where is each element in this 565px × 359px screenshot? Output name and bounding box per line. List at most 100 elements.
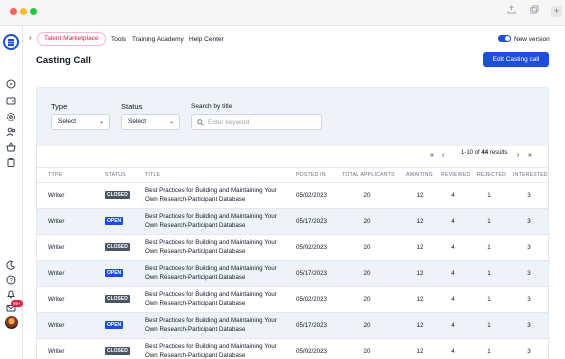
- first-page-button[interactable]: «: [430, 151, 434, 161]
- type-cell: Writer: [48, 348, 65, 355]
- wallet-icon[interactable]: [6, 96, 16, 106]
- column-header[interactable]: POSTED IN: [296, 172, 326, 178]
- title-line: Best Practices for Building and Maintain…: [145, 213, 277, 220]
- title-line: Best Practices for Building and Maintain…: [145, 265, 277, 272]
- title-line: Own Research-Participant Database: [145, 326, 246, 333]
- nav-link-training-academy[interactable]: Training Academy: [132, 36, 184, 43]
- title-line: Own Research-Participant Database: [145, 352, 246, 359]
- table-row[interactable]: Writer OPEN Best Practices for Building an…: [37, 208, 548, 234]
- status-filter-label: Status: [121, 102, 143, 111]
- search-icon: [197, 119, 204, 126]
- bell-icon[interactable]: [6, 289, 16, 299]
- status-badge: CLOSED: [105, 191, 130, 199]
- interested-count-cell: 3: [527, 270, 531, 277]
- minimize-window-button[interactable]: [20, 8, 27, 15]
- rejected-count-cell: 1: [487, 348, 491, 355]
- status-select[interactable]: Select ⌄: [121, 114, 180, 130]
- edit-casting-call-button[interactable]: Edit Casting call: [483, 52, 549, 67]
- close-window-button[interactable]: [10, 8, 17, 15]
- title-cell[interactable]: Best Practices for Building and Maintain…: [145, 290, 285, 308]
- rejected-count-cell: 1: [487, 218, 491, 225]
- page-range: 1-10: [461, 150, 474, 156]
- menu-logo-icon[interactable]: [3, 34, 19, 50]
- title-line: Best Practices for Building and Maintain…: [145, 343, 277, 350]
- nav-link-tools[interactable]: Tools: [111, 36, 126, 43]
- column-header[interactable]: STATUS: [105, 172, 126, 178]
- reviewed-count-cell: 4: [451, 322, 455, 329]
- casting-call-card: Type Select ⌄ Status Select ⌄ Search by …: [36, 87, 549, 359]
- column-header[interactable]: INTERESTED: [513, 172, 548, 178]
- chevron-right-icon[interactable]: ›: [29, 33, 32, 42]
- table-row[interactable]: Writer OPEN Best Practices for Building an…: [37, 260, 548, 286]
- search-box[interactable]: [191, 114, 322, 130]
- title-line: Best Practices for Building and Maintain…: [145, 239, 277, 246]
- avatar[interactable]: [5, 316, 18, 329]
- nav-tab-talent-marketplace[interactable]: Talent Marketplace: [37, 32, 106, 46]
- clipboard-icon[interactable]: [6, 157, 16, 167]
- status-select-value: Select: [128, 118, 147, 125]
- status-badge: CLOSED: [105, 347, 130, 355]
- type-cell: Writer: [48, 192, 65, 199]
- basket-icon[interactable]: [6, 142, 16, 152]
- table-row[interactable]: Writer CLOSED Best Practices for Building …: [37, 286, 548, 312]
- compass-icon[interactable]: [6, 79, 16, 89]
- maximize-window-button[interactable]: [30, 8, 37, 15]
- title-line: Best Practices for Building and Maintain…: [145, 317, 277, 324]
- window-icon[interactable]: [527, 4, 541, 18]
- reviewed-count-cell: 4: [451, 192, 455, 199]
- column-header[interactable]: TITLE: [145, 172, 160, 178]
- title-line: Best Practices for Building and Maintain…: [145, 187, 277, 194]
- help-icon[interactable]: ?: [6, 275, 16, 285]
- table-row[interactable]: Writer CLOSED Best Practices for Building …: [37, 234, 548, 260]
- title-cell[interactable]: Best Practices for Building and Maintain…: [145, 316, 285, 334]
- type-cell: Writer: [48, 270, 65, 277]
- chevron-down-icon: ⌄: [98, 119, 104, 125]
- awaiting-count-cell: 12: [416, 244, 424, 251]
- title-cell[interactable]: Best Practices for Building and Maintain…: [145, 186, 285, 204]
- posted-date-cell: 05/02/2023: [296, 244, 327, 251]
- pagination-summary: 1-10 of 44 results: [461, 150, 507, 162]
- title-cell[interactable]: Best Practices for Building and Maintain…: [145, 212, 285, 230]
- new-version-toggle[interactable]: [498, 35, 511, 42]
- reviewed-count-cell: 4: [451, 244, 455, 251]
- new-tab-plus-icon[interactable]: +: [551, 6, 562, 17]
- column-header[interactable]: REJECTED: [477, 172, 506, 178]
- title-cell[interactable]: Best Practices for Building and Maintain…: [145, 342, 285, 359]
- interested-count-cell: 3: [527, 296, 531, 303]
- status-badge: OPEN: [105, 217, 124, 225]
- total-count-cell: 20: [363, 296, 371, 303]
- reviewed-count-cell: 4: [451, 296, 455, 303]
- prev-page-button[interactable]: ‹: [442, 151, 444, 161]
- interested-count-cell: 3: [527, 192, 531, 199]
- upload-icon[interactable]: [504, 4, 518, 18]
- column-header[interactable]: AWAITING: [406, 172, 433, 178]
- settings-icon[interactable]: [6, 112, 16, 122]
- last-page-button[interactable]: »: [528, 151, 532, 161]
- top-navigation: › Talent Marketplace Tools Training Acad…: [23, 26, 565, 53]
- total-results: 44: [481, 150, 489, 156]
- awaiting-count-cell: 12: [416, 296, 424, 303]
- type-select[interactable]: Select ⌄: [51, 114, 110, 130]
- window-titlebar: +: [0, 0, 565, 26]
- column-header[interactable]: TOTAL APPLICANTS: [342, 172, 395, 178]
- column-header[interactable]: TYPE: [48, 172, 62, 178]
- new-version-label: New version: [514, 36, 550, 43]
- nav-link-help-center[interactable]: Help Center: [189, 36, 224, 43]
- total-count-cell: 20: [363, 218, 371, 225]
- notification-badge: 99+: [11, 300, 23, 307]
- title-cell[interactable]: Best Practices for Building and Maintain…: [145, 264, 285, 282]
- column-header[interactable]: REVIEWED: [441, 172, 470, 178]
- moon-icon[interactable]: [6, 260, 16, 270]
- search-input[interactable]: [208, 117, 318, 127]
- total-count-cell: 20: [363, 322, 371, 329]
- search-label: Search by title: [191, 103, 233, 110]
- title-cell[interactable]: Best Practices for Building and Maintain…: [145, 238, 285, 256]
- posted-date-cell: 05/17/2023: [296, 322, 327, 329]
- next-page-button[interactable]: ›: [517, 151, 519, 161]
- type-select-value: Select: [58, 118, 77, 125]
- rejected-count-cell: 1: [487, 322, 491, 329]
- table-row[interactable]: Writer CLOSED Best Practices for Building …: [37, 182, 548, 208]
- table-row[interactable]: Writer CLOSED Best Practices for Building …: [37, 338, 548, 359]
- users-icon[interactable]: [6, 127, 16, 137]
- table-row[interactable]: Writer OPEN Best Practices for Building an…: [37, 312, 548, 338]
